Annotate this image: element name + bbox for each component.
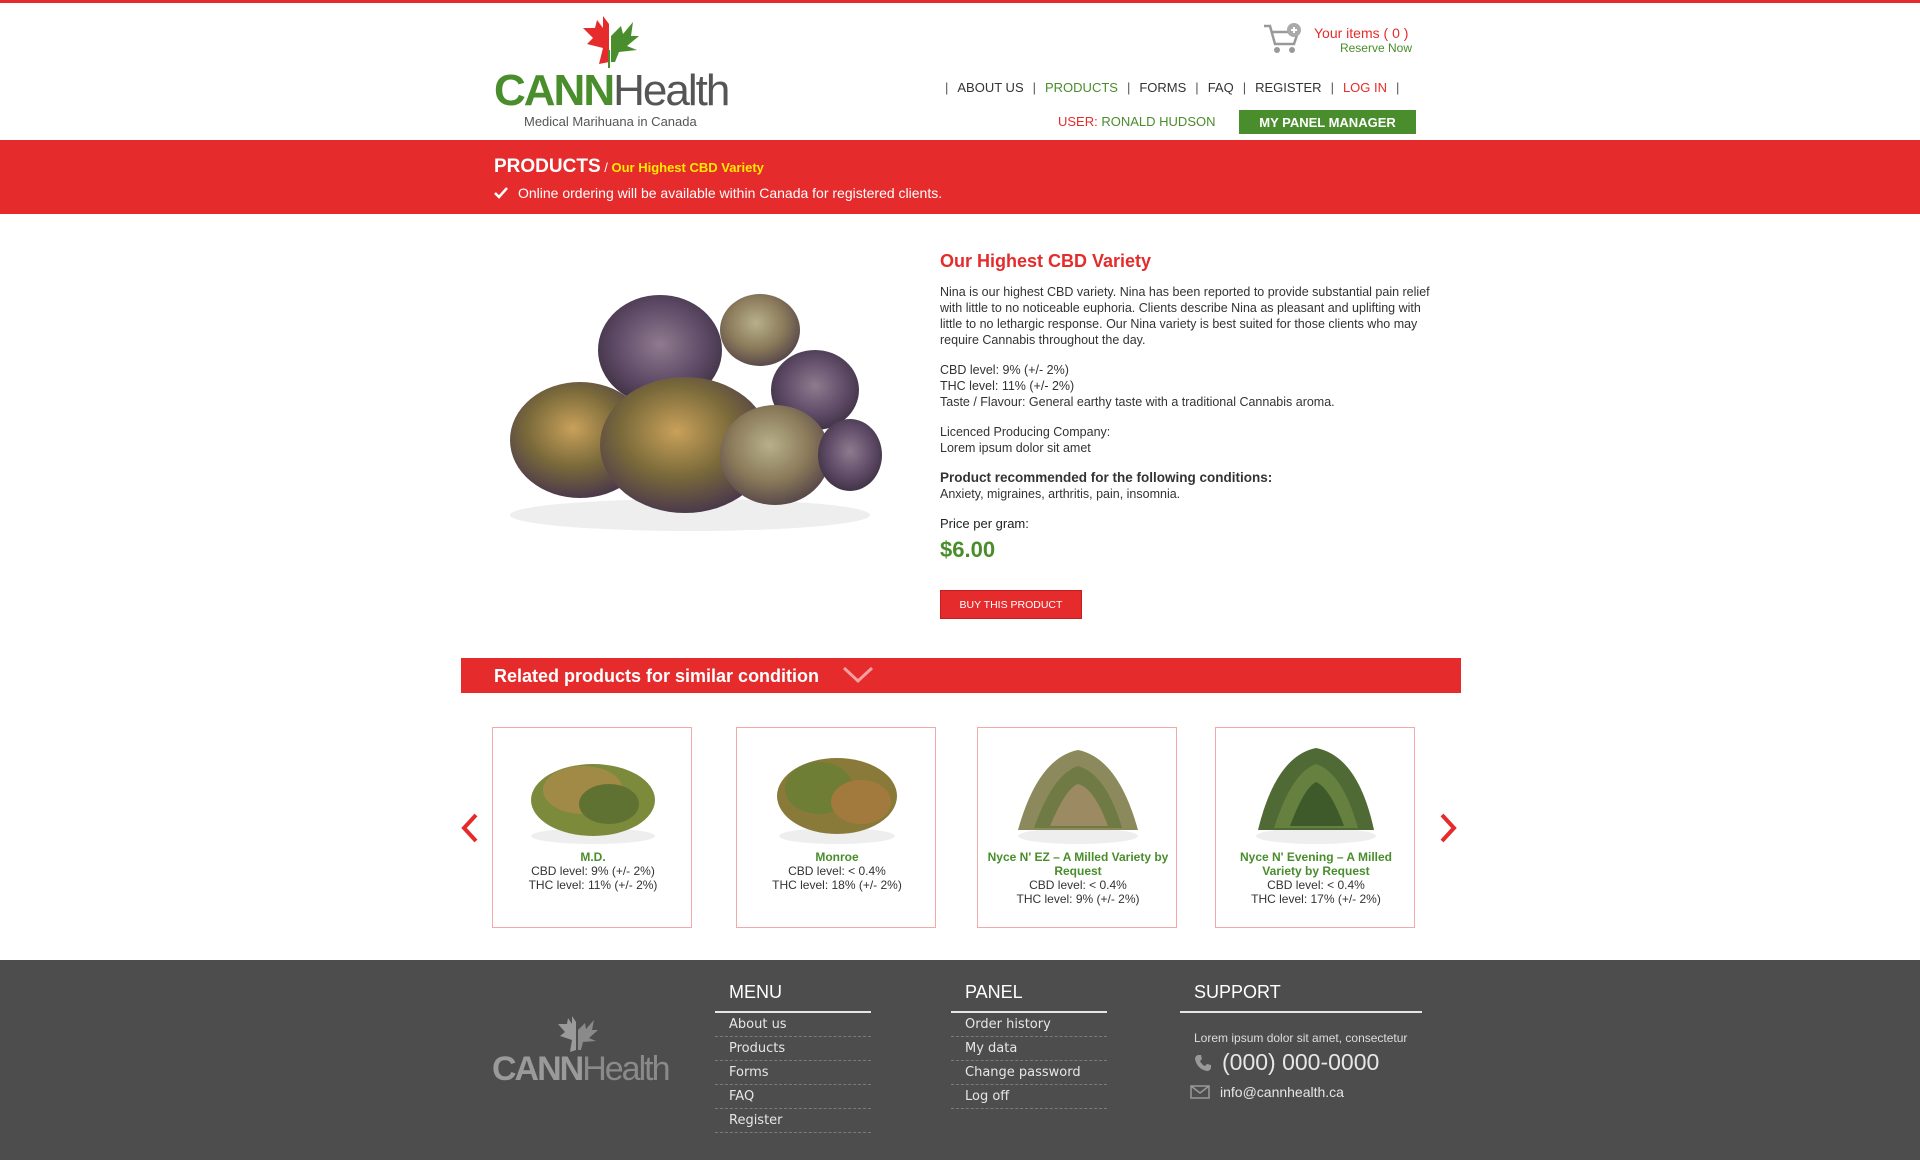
logo-tagline: Medical Marihuana in Canada (524, 114, 697, 129)
cart-icon[interactable] (1262, 22, 1304, 56)
main-nav: | ABOUT US | PRODUCTS | FORMS | FAQ | RE… (945, 80, 1400, 95)
company-name: Lorem ipsum dolor sit amet (940, 441, 1091, 455)
maple-leaf-icon (583, 16, 639, 68)
current-user: USER: RONALD HUDSON (1058, 114, 1215, 129)
footer-panel: PANEL Order history My data Change passw… (951, 982, 1107, 1109)
user-label: USER: (1058, 114, 1098, 129)
maple-leaf-icon (558, 1016, 598, 1052)
conditions: Product recommended for the following co… (940, 470, 1430, 502)
product-image (510, 294, 882, 531)
nav-products[interactable]: PRODUCTS (1045, 80, 1118, 95)
carousel-next-arrow-icon[interactable] (1436, 812, 1460, 844)
support-phone-number: (000) 000-0000 (1222, 1049, 1380, 1075)
support-email[interactable]: info@cannhealth.ca (1190, 1084, 1422, 1100)
footer-link-order-history[interactable]: Order history (951, 1013, 1107, 1037)
related-product-card[interactable]: Monroe CBD level: < 0.4% THC level: 18% … (736, 727, 936, 928)
footer-logo-cann: CANN (492, 1050, 584, 1088)
related-product-thc: THC level: 11% (+/- 2%) (528, 878, 658, 892)
cart-items-count[interactable]: Your items ( 0 ) (1314, 25, 1408, 41)
related-product-image (777, 758, 897, 844)
related-products-title: Related products for similar condition (494, 666, 820, 686)
related-product-cbd: CBD level: < 0.4% (1267, 878, 1365, 892)
related-product-card[interactable]: Nyce N' EZ – A Milled Variety by Request… (977, 727, 1177, 928)
related-product-thc: THC level: 18% (+/- 2%) (772, 878, 902, 892)
page-title: PRODUCTS (494, 156, 601, 177)
related-product-image (531, 764, 655, 844)
product-description: Nina is our highest CBD variety. Nina ha… (940, 285, 1430, 347)
cbd-level: CBD level: 9% (+/- 2%) (940, 363, 1069, 377)
product-details: Our Highest CBD Variety Nina is our high… (940, 250, 1430, 564)
related-product-name[interactable]: Nyce N' EZ – A Milled Variety by Request (984, 850, 1172, 878)
related-product-name[interactable]: M.D. (499, 850, 687, 864)
product-specs: CBD level: 9% (+/- 2%) THC level: 11% (+… (940, 362, 1430, 410)
phone-icon (1195, 1054, 1211, 1071)
nav-log-in[interactable]: LOG IN (1343, 80, 1387, 95)
related-product-image (1256, 748, 1376, 844)
breadcrumb-current: Our Highest CBD Variety (611, 160, 764, 175)
reserve-now-link[interactable]: Reserve Now (1340, 41, 1412, 55)
footer-link-products[interactable]: Products (715, 1037, 871, 1061)
footer-menu: MENU About us Products Forms FAQ Registe… (715, 982, 871, 1133)
ordering-notice: Online ordering will be available within… (494, 185, 942, 201)
breadcrumb-separator: / (600, 160, 612, 175)
footer-support: SUPPORT Lorem ipsum dolor sit amet, cons… (1180, 982, 1422, 1100)
footer-link-log-off[interactable]: Log off (951, 1085, 1107, 1109)
conditions-label: Product recommended for the following co… (940, 470, 1273, 485)
support-text: Lorem ipsum dolor sit amet, consectetur (1194, 1031, 1408, 1045)
buy-product-button[interactable]: BUY THIS PRODUCT (940, 590, 1082, 619)
company-label: Licenced Producing Company: (940, 425, 1111, 439)
carousel-prev-arrow-icon[interactable] (458, 812, 482, 844)
page-header-band (0, 140, 1920, 214)
site-logo[interactable]: CANNHealth Medical Marihuana in Canada (494, 14, 734, 134)
nav-register[interactable]: REGISTER (1255, 80, 1321, 95)
related-product-name[interactable]: Nyce N' Evening – A Milled Variety by Re… (1222, 850, 1410, 878)
taste-flavour: Taste / Flavour: General earthy taste wi… (940, 395, 1335, 409)
footer-link-forms[interactable]: Forms (715, 1061, 871, 1085)
footer-panel-title: PANEL (951, 982, 1107, 1013)
support-phone[interactable]: (000) 000-0000 (1194, 1049, 1422, 1076)
logo-wordmark: CANNHealth (494, 66, 730, 116)
footer-link-faq[interactable]: FAQ (715, 1085, 871, 1109)
producing-company: Licenced Producing Company: Lorem ipsum … (940, 424, 1430, 456)
footer-link-about-us[interactable]: About us (715, 1013, 871, 1037)
related-product-thc: THC level: 9% (+/- 2%) (1016, 892, 1140, 906)
footer-link-my-data[interactable]: My data (951, 1037, 1107, 1061)
footer-logo[interactable]: CANNHealth (492, 1014, 672, 1088)
footer-link-register[interactable]: Register (715, 1109, 871, 1133)
chevron-down-icon[interactable] (842, 666, 874, 684)
related-product-card[interactable]: M.D. CBD level: 9% (+/- 2%) THC level: 1… (492, 727, 692, 928)
footer-logo-wordmark: CANNHealth (492, 1050, 671, 1089)
related-product-thc: THC level: 17% (+/- 2%) (1251, 892, 1381, 906)
price-label: Price per gram: (940, 516, 1029, 531)
ordering-notice-text: Online ordering will be available within… (518, 185, 943, 201)
related-product-card[interactable]: Nyce N' Evening – A Milled Variety by Re… (1215, 727, 1415, 928)
breadcrumb: PRODUCTS / Our Highest CBD Variety (494, 156, 764, 178)
conditions-list: Anxiety, migraines, arthritis, pain, ins… (940, 487, 1181, 501)
footer-support-title: SUPPORT (1180, 982, 1422, 1013)
related-product-image (1018, 750, 1138, 844)
footer-menu-title: MENU (715, 982, 871, 1013)
product-title: Our Highest CBD Variety (940, 251, 1152, 271)
related-product-cbd: CBD level: < 0.4% (788, 864, 886, 878)
footer-link-change-password[interactable]: Change password (951, 1061, 1107, 1085)
nav-about-us[interactable]: ABOUT US (957, 80, 1023, 95)
logo-cann: CANN (494, 66, 615, 115)
nav-forms[interactable]: FORMS (1139, 80, 1186, 95)
support-email-address: info@cannhealth.ca (1220, 1084, 1344, 1100)
related-product-name[interactable]: Monroe (743, 850, 931, 864)
related-product-cbd: CBD level: < 0.4% (1029, 878, 1127, 892)
price-value: $6.00 (940, 537, 996, 562)
top-accent-line (0, 0, 1920, 3)
logo-health: Health (613, 66, 730, 115)
checkmark-icon (494, 187, 508, 199)
user-name[interactable]: RONALD HUDSON (1101, 114, 1215, 129)
my-panel-manager-button[interactable]: MY PANEL MANAGER (1239, 110, 1416, 134)
footer-logo-health: Health (582, 1050, 670, 1088)
thc-level: THC level: 11% (+/- 2%) (940, 379, 1075, 393)
envelope-icon (1190, 1085, 1210, 1099)
related-product-cbd: CBD level: 9% (+/- 2%) (531, 864, 655, 878)
nav-faq[interactable]: FAQ (1208, 80, 1234, 95)
